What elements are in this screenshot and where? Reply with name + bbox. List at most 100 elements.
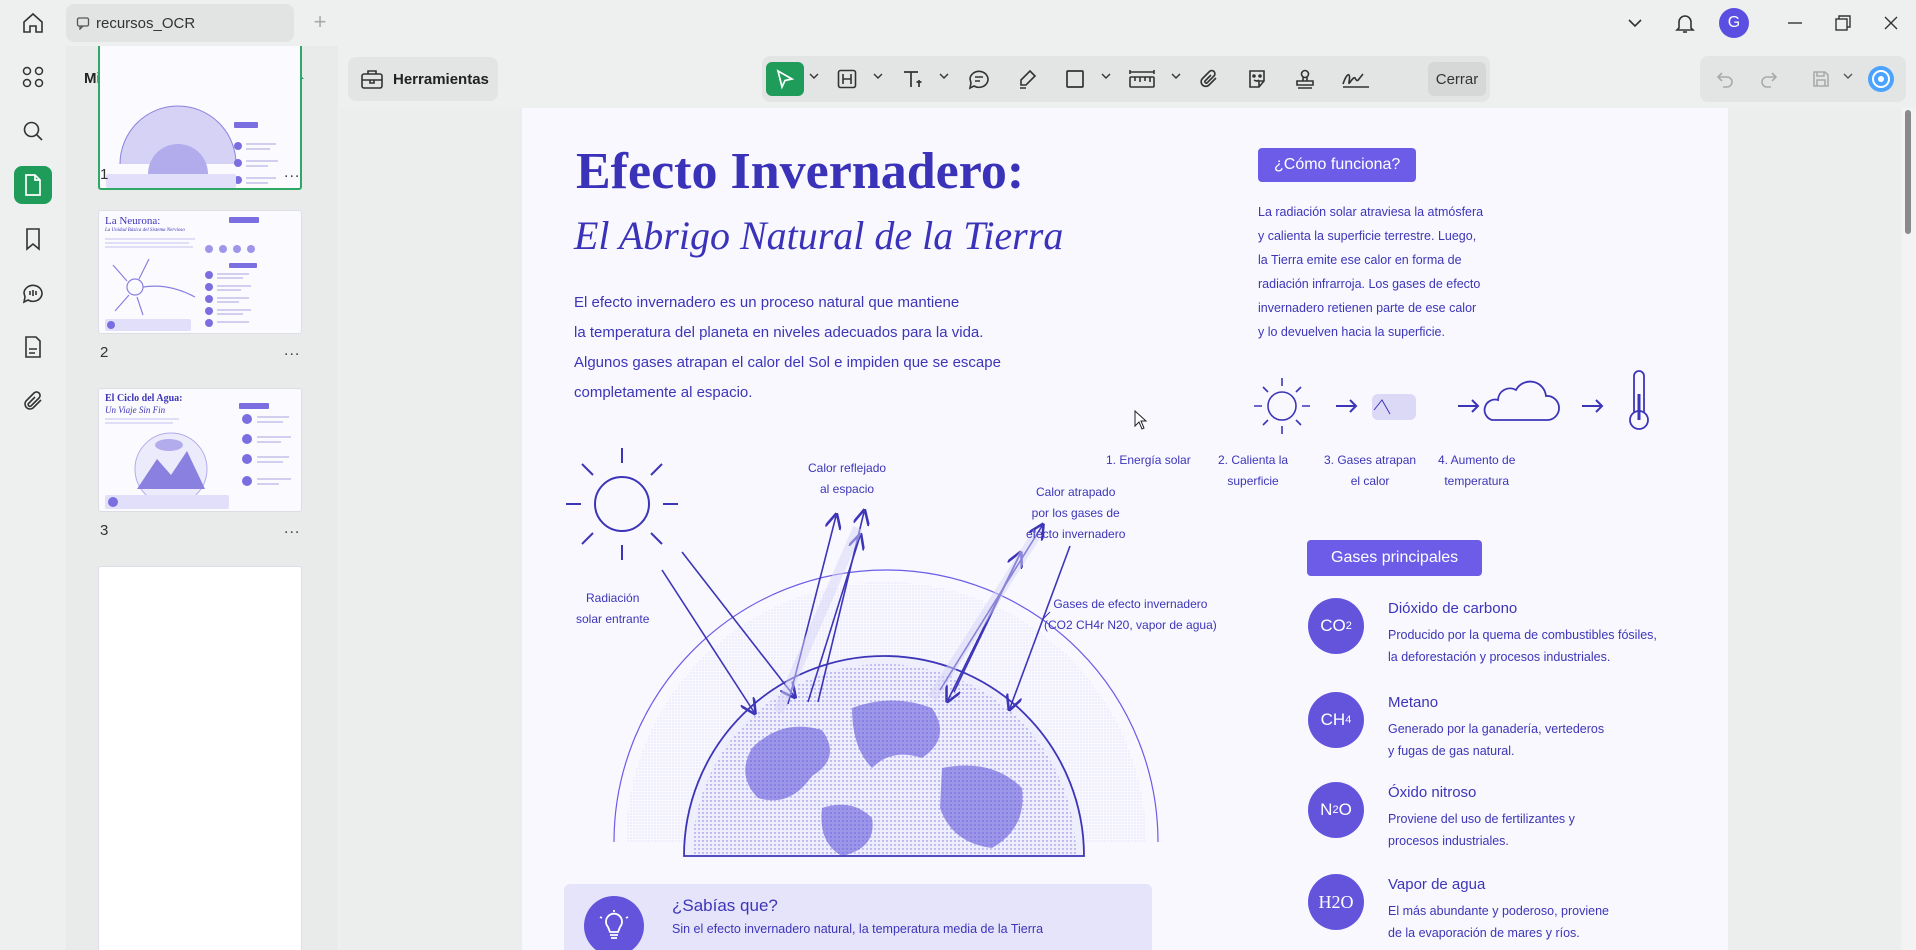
save-button[interactable] — [1804, 62, 1838, 96]
rectangle-icon — [1064, 68, 1086, 90]
bookmark-icon — [22, 227, 44, 251]
gas-description: Generado por la ganadería, vertederos y f… — [1388, 722, 1605, 758]
thumbnail-more-button[interactable]: ... — [284, 342, 300, 360]
restore-button[interactable] — [1828, 9, 1858, 37]
thumbnail-page-4[interactable] — [98, 566, 302, 950]
thumbnail-page-1[interactable] — [98, 46, 302, 190]
comment-icon — [967, 68, 991, 90]
ai-assistant-icon — [1866, 64, 1896, 94]
thumbnail-more-button[interactable]: ... — [284, 520, 300, 538]
label-incoming-radiation: Radiación solar entrante — [576, 591, 650, 626]
ai-assistant-button[interactable] — [1864, 62, 1898, 96]
thermometer-icon — [1629, 370, 1649, 430]
chevron-down-icon[interactable] — [872, 70, 884, 82]
stamp-tool[interactable] — [1288, 62, 1322, 96]
chevron-down-icon[interactable] — [1170, 70, 1182, 82]
undo-button[interactable] — [1708, 62, 1742, 96]
forms-button[interactable] — [14, 328, 52, 366]
save-icon — [1811, 69, 1831, 89]
main-gases-badge: Gases principales — [1307, 540, 1483, 576]
home-button[interactable] — [18, 10, 48, 36]
gas-name: Metano — [1388, 694, 1439, 711]
label-trapped-heat: Calor atrapado por los gases de efecto i… — [1026, 485, 1126, 541]
comments-button[interactable] — [14, 274, 52, 312]
cloud-icon — [1483, 380, 1560, 421]
edit-toolbar: Cerrar — [762, 56, 1490, 102]
paperclip-icon — [21, 389, 45, 413]
highlight-tool[interactable] — [1010, 62, 1044, 96]
document-tab[interactable]: recursos_OCR — [66, 4, 294, 42]
mouse-cursor-icon — [1134, 410, 1148, 430]
thumbnail-page-2[interactable]: La Neurona: La Unidad Básica del Sistema… — [98, 210, 302, 334]
search-icon — [21, 119, 45, 143]
stamp-icon — [1294, 68, 1316, 90]
tools-button[interactable]: Herramientas — [348, 57, 498, 101]
new-tab-button[interactable]: + — [308, 11, 332, 34]
n2o-icon: N2O — [1308, 782, 1364, 838]
notifications-button[interactable] — [1670, 9, 1700, 37]
document-icon — [22, 335, 44, 359]
chevron-down-icon[interactable] — [808, 70, 820, 82]
step-label: 2. Calienta la superficie — [1218, 453, 1289, 488]
user-account-button[interactable]: G — [1718, 8, 1750, 38]
tabs-dropdown-button[interactable] — [1620, 9, 1650, 37]
left-rail — [0, 46, 66, 950]
bell-icon — [1674, 12, 1696, 34]
redo-icon — [1759, 69, 1779, 89]
signature-tool[interactable] — [1336, 62, 1376, 96]
thumbnail-page-3[interactable]: El Ciclo del Agua: Un Viaje Sin Fin — [98, 388, 302, 512]
cursor-icon — [774, 68, 796, 90]
gas-name: Vapor de agua — [1388, 876, 1486, 893]
vertical-scrollbar[interactable] — [1902, 108, 1916, 950]
thumbnails-button[interactable] — [14, 166, 52, 204]
how-it-works-badge: ¿Cómo funciona? — [1258, 148, 1417, 182]
minimize-icon — [1786, 14, 1804, 32]
shape-tool[interactable] — [1058, 62, 1092, 96]
restore-icon — [1834, 14, 1852, 32]
how-it-works-text: La radiación solar atraviesa la atmósfer… — [1258, 205, 1484, 339]
thumbnail-more-button[interactable]: ... — [284, 164, 300, 182]
gas-item: CH 4 Metano Generado por la ganadería, ve… — [1308, 692, 1708, 772]
document-page: Efecto Invernadero: El Abrigo Natural de… — [522, 108, 1728, 950]
comment-tool[interactable] — [962, 62, 996, 96]
label-reflected-heat: Calor reflejado al espacio — [808, 461, 887, 496]
heading-tool[interactable] — [830, 62, 864, 96]
gas-item: H2O Vapor de agua El más abundante y pod… — [1308, 874, 1708, 950]
chevron-down-icon[interactable] — [1100, 70, 1112, 82]
gas-item: N2O Óxido nitroso Proviene del uso de fe… — [1308, 782, 1708, 862]
measure-tool[interactable] — [1122, 62, 1162, 96]
thumbnail-page-number: 1 — [100, 166, 109, 183]
select-tool[interactable] — [766, 62, 804, 96]
signature-icon — [1341, 68, 1371, 90]
scrollbar-thumb[interactable] — [1905, 110, 1911, 234]
heading-icon — [836, 68, 858, 90]
thumbnails-panel: • • • Miniaturas 1 ... La Neurona: La Un… — [66, 46, 338, 950]
lightbulb-icon — [584, 896, 644, 950]
minimize-button[interactable] — [1780, 9, 1810, 37]
ruler-icon — [1128, 68, 1156, 90]
search-button[interactable] — [14, 112, 52, 150]
avatar: G — [1719, 8, 1749, 38]
bookmarks-button[interactable] — [14, 220, 52, 258]
sun-icon — [566, 448, 678, 560]
text-tool[interactable] — [896, 62, 930, 96]
thumbnail-page-number: 3 — [100, 522, 109, 539]
attach-tool[interactable] — [1192, 62, 1226, 96]
close-window-button[interactable] — [1876, 9, 1906, 37]
attachments-button[interactable] — [14, 382, 52, 420]
comment-icon — [21, 281, 45, 305]
chevron-down-icon[interactable] — [938, 70, 950, 82]
apps-button[interactable] — [14, 58, 52, 96]
sticker-tool[interactable] — [1240, 62, 1274, 96]
page-icon — [22, 173, 44, 197]
redo-button[interactable] — [1752, 62, 1786, 96]
close-tools-button[interactable]: Cerrar — [1428, 62, 1486, 96]
ch4-icon: CH 4 — [1308, 692, 1364, 748]
chevron-down-icon[interactable] — [1842, 70, 1854, 82]
document-tab-title: recursos_OCR — [96, 14, 196, 32]
gas-description: Proviene del uso de fertilizantes y proce… — [1388, 812, 1575, 848]
surface-heat-icon — [1372, 394, 1416, 420]
did-you-know-text: Sin el efecto invernadero natural, la te… — [672, 922, 1044, 936]
gas-description: El más abundante y poderoso, proviene de … — [1388, 904, 1609, 940]
grid-icon — [21, 65, 45, 89]
